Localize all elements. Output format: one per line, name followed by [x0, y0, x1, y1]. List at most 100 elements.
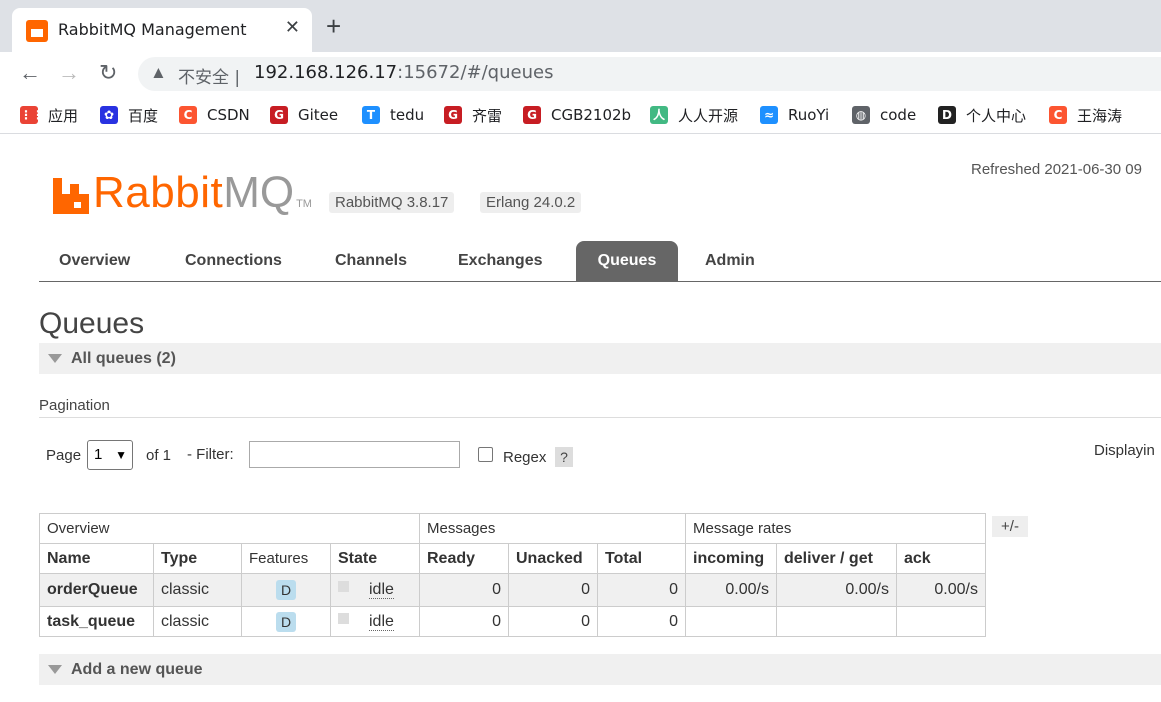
- bookmark-item[interactable]: ✿ 百度: [100, 104, 158, 126]
- col-name[interactable]: Name: [39, 543, 154, 574]
- queue-state: idle: [330, 573, 420, 607]
- bookmark-item[interactable]: Ttedu: [362, 104, 424, 126]
- all-queues-section-header[interactable]: All queues (2): [39, 343, 1161, 374]
- bookmark-item[interactable]: G CGB2102b: [523, 104, 631, 126]
- bookmark-label: 应用: [48, 106, 79, 125]
- regex-checkbox[interactable]: [478, 447, 493, 462]
- all-queues-label: All queues (2): [71, 350, 176, 367]
- queue-total: 0: [597, 573, 686, 607]
- close-tab-icon[interactable]: ✕: [285, 17, 300, 38]
- rabbitmq-favicon-icon: [26, 20, 48, 42]
- ruoyi-icon: ≈: [760, 106, 778, 124]
- bookmark-item[interactable]: ≈ RuoYi: [760, 104, 829, 126]
- add-queue-label: Add a new queue: [71, 661, 203, 678]
- state-label: idle: [369, 612, 394, 631]
- filter-input[interactable]: [249, 441, 460, 468]
- group-message-rates: Message rates: [685, 513, 986, 544]
- col-unacked[interactable]: Unacked: [508, 543, 598, 574]
- reload-icon[interactable]: ↻: [99, 60, 117, 86]
- queue-ready: 0: [419, 573, 509, 607]
- csdn-icon: C: [1049, 106, 1067, 124]
- queue-unacked: 0: [508, 573, 598, 607]
- tab-exchanges[interactable]: Exchanges: [438, 241, 562, 281]
- queue-name-link[interactable]: orderQueue: [39, 573, 154, 607]
- insecure-label: 不安全 |: [178, 68, 241, 88]
- queue-features: D: [241, 606, 331, 637]
- displaying-label: Displayin: [1094, 442, 1155, 459]
- help-icon[interactable]: ?: [555, 447, 573, 467]
- bookmark-item[interactable]: G Gitee: [270, 104, 338, 126]
- tab-channels[interactable]: Channels: [315, 241, 427, 281]
- profile-icon: D: [938, 106, 956, 124]
- col-deliver-get[interactable]: deliver / get: [776, 543, 897, 574]
- queue-features: D: [241, 573, 331, 607]
- queue-name-link[interactable]: task_queue: [39, 606, 154, 637]
- queue-incoming: [685, 606, 777, 637]
- globe-icon: ◍: [852, 106, 870, 124]
- erlang-version-badge: Erlang 24.0.2: [480, 192, 582, 213]
- bookmark-label: 人人开源: [678, 106, 739, 125]
- queue-ack: [896, 606, 986, 637]
- rabbitmq-logo-icon: [53, 178, 89, 214]
- col-ack[interactable]: ack: [896, 543, 986, 574]
- refreshed-timestamp[interactable]: Refreshed 2021-06-30 09: [971, 161, 1142, 178]
- rabbitmq-version-badge: RabbitMQ 3.8.17: [329, 192, 455, 213]
- queue-total: 0: [597, 606, 686, 637]
- queue-type: classic: [153, 573, 242, 607]
- regex-label: Regex: [503, 449, 547, 466]
- col-total[interactable]: Total: [597, 543, 686, 574]
- rabbitmq-logo[interactable]: Rabbit MQ TM: [53, 168, 312, 217]
- state-indicator-icon: [338, 612, 349, 624]
- columns-toggle-button[interactable]: +/-: [992, 516, 1028, 537]
- queue-ready: 0: [419, 606, 509, 637]
- state-indicator-icon: [338, 581, 349, 592]
- bookmark-item[interactable]: D 个人中心: [938, 104, 1026, 126]
- gitee-icon: G: [444, 106, 462, 124]
- col-type[interactable]: Type: [153, 543, 242, 574]
- apps-grid-icon: ⋮⋮: [20, 106, 44, 124]
- logo-mq-text: MQ: [223, 168, 295, 217]
- page-select[interactable]: 1 ▼: [87, 440, 133, 470]
- tab-queues[interactable]: Queues: [576, 241, 678, 281]
- tab-admin[interactable]: Admin: [685, 241, 775, 281]
- browser-tab[interactable]: RabbitMQ Management ✕: [12, 8, 312, 52]
- bookmark-item[interactable]: ⋮⋮ 应用: [20, 104, 78, 126]
- renren-icon: 人: [650, 106, 668, 124]
- col-ready[interactable]: Ready: [419, 543, 509, 574]
- collapse-triangle-icon: [48, 354, 62, 363]
- col-features: Features: [241, 543, 331, 574]
- add-queue-section-header[interactable]: Add a new queue: [39, 654, 1161, 685]
- back-arrow-icon[interactable]: ←: [19, 60, 41, 86]
- filter-label: - Filter:: [187, 446, 234, 463]
- bookmark-item[interactable]: G 齐雷: [444, 104, 502, 126]
- bookmark-item[interactable]: 人人人开源: [650, 104, 738, 126]
- page-title: Queues: [39, 307, 145, 340]
- chevron-down-icon: ▼: [115, 448, 127, 462]
- queue-unacked: 0: [508, 606, 598, 637]
- bookmark-label: 个人中心: [966, 106, 1027, 125]
- management-page: Rabbit MQ TM RabbitMQ 3.8.17 Erlang 24.0…: [0, 135, 1161, 702]
- queues-table: Overview Messages Message rates Name Typ…: [39, 513, 986, 637]
- col-state[interactable]: State: [330, 543, 420, 574]
- gitee-icon: G: [523, 106, 541, 124]
- bookmark-label: 王海涛: [1077, 106, 1123, 125]
- bookmark-item[interactable]: C CSDN: [179, 104, 250, 126]
- new-tab-icon[interactable]: +: [326, 12, 341, 40]
- durable-badge: D: [276, 580, 296, 600]
- pagination-divider: [39, 417, 1161, 418]
- bookmark-label: 齐雷: [472, 106, 503, 125]
- bookmark-item[interactable]: ◍ code: [852, 104, 916, 126]
- warning-icon[interactable]: ▲: [150, 63, 167, 83]
- bookmark-label: tedu: [390, 106, 425, 124]
- pagination-label: Pagination: [39, 397, 110, 414]
- bookmark-item[interactable]: C 王海涛: [1049, 104, 1122, 126]
- col-incoming[interactable]: incoming: [685, 543, 777, 574]
- durable-badge: D: [276, 611, 296, 632]
- tab-overview[interactable]: Overview: [39, 241, 150, 281]
- url-text[interactable]: 192.168.126.17:15672/#/queues: [254, 62, 553, 83]
- baidu-paw-icon: ✿: [100, 106, 118, 124]
- tab-connections[interactable]: Connections: [165, 241, 302, 281]
- bookmark-label: 百度: [128, 106, 159, 125]
- logo-rabbit-text: Rabbit: [93, 168, 224, 217]
- forward-arrow-icon[interactable]: →: [58, 60, 80, 86]
